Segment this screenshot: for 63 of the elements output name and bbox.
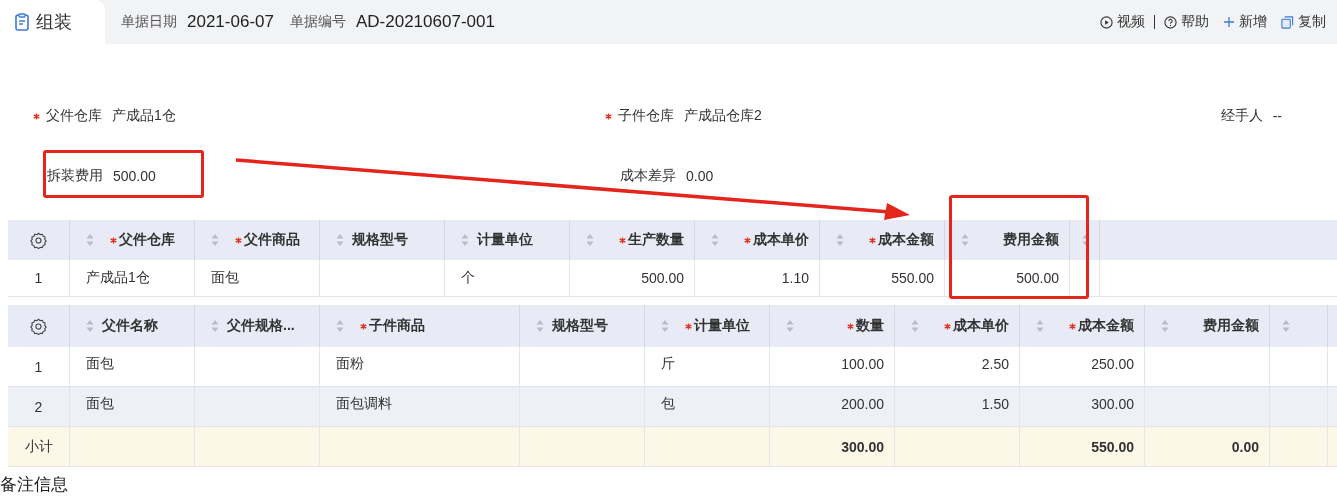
field-label: 经手人 [1220,107,1263,125]
field-value: AD-20210607-001 [355,12,495,32]
table-cell: 500.00 [570,260,695,297]
column-header[interactable]: 父件规格... [195,305,320,347]
column-header[interactable]: 数量 [770,305,895,347]
field-value: 2021-06-07 [187,12,274,32]
table-cell: 面包 [70,347,195,387]
table-cell: 面粉 [320,347,520,387]
table-cell: 包 [645,387,770,427]
column-header[interactable]: 父件名称 [70,305,195,347]
column-header[interactable]: 费用金额 [945,220,1070,260]
column-header[interactable]: 成本金额 [1020,305,1145,347]
table-cell: 面包调料 [320,387,520,427]
column-header[interactable]: 成本单价 [695,220,820,260]
column-header[interactable]: 生产数量 [570,220,695,260]
section-title: 备注信息 [0,474,69,496]
subtotal-cell: 550.00 [1020,427,1145,467]
field-label: 单据编号 [289,13,346,31]
table-cell: 250.00 [1020,347,1145,387]
row-number: 1 [8,347,70,387]
table-cell: 2.50 [895,347,1020,387]
row-number: 2 [8,387,70,427]
table-cell: 面包 [70,387,195,427]
field-value: 500.00 [113,168,156,184]
field-label: 单据日期 [121,13,177,31]
column-header[interactable]: 计量单位 [445,220,570,260]
field-value: 产成品仓库2 [684,107,762,125]
field-value: -- [1272,108,1282,124]
subtotal-cell: 300.00 [770,427,895,467]
column-header[interactable]: 计量单位 [645,305,770,347]
table-cell: 1.50 [895,387,1020,427]
table-cell: 1.10 [695,260,820,297]
column-header[interactable]: 父件商品 [195,220,320,260]
subtotal-cell: 0.00 [1145,427,1270,467]
column-header[interactable]: 子件商品 [320,305,520,347]
table-cell: 550.00 [820,260,945,297]
field-value: 产成品1仓 [112,107,176,125]
table-cell: 个 [445,260,570,297]
subtotal-label: 小计 [8,427,70,467]
table-cell: 300.00 [1020,387,1145,427]
add-button[interactable]: 新增 [1218,11,1272,33]
field-label: 拆装费用 [47,167,103,185]
column-header[interactable]: 规格型号 [520,305,645,347]
table-cell: 产成品1仓 [70,260,195,297]
column-header[interactable]: 费用金额 [1145,305,1270,347]
field-label: 父件仓库 [46,107,102,125]
table-cell: 500.00 [945,260,1070,297]
field-label: 成本差异 [620,167,676,185]
table-cell: 斤 [645,347,770,387]
column-header[interactable]: 父件仓库 [70,220,195,260]
copy-button[interactable]: 复制 [1276,11,1331,33]
document-tab[interactable]: 组装 [0,0,105,44]
table-cell: 面包 [195,260,320,297]
field-label: 子件仓库 [618,107,674,125]
row-number: 1 [8,260,70,297]
column-header[interactable]: 成本金额 [820,220,945,260]
video-button[interactable]: 视频 [1095,11,1150,33]
help-button[interactable]: 帮助 [1159,11,1214,33]
column-header[interactable]: 规格型号 [320,220,445,260]
column-header[interactable]: 成本单价 [895,305,1020,347]
table-cell: 200.00 [770,387,895,427]
table-cell: 100.00 [770,347,895,387]
field-value: 0.00 [686,168,714,184]
